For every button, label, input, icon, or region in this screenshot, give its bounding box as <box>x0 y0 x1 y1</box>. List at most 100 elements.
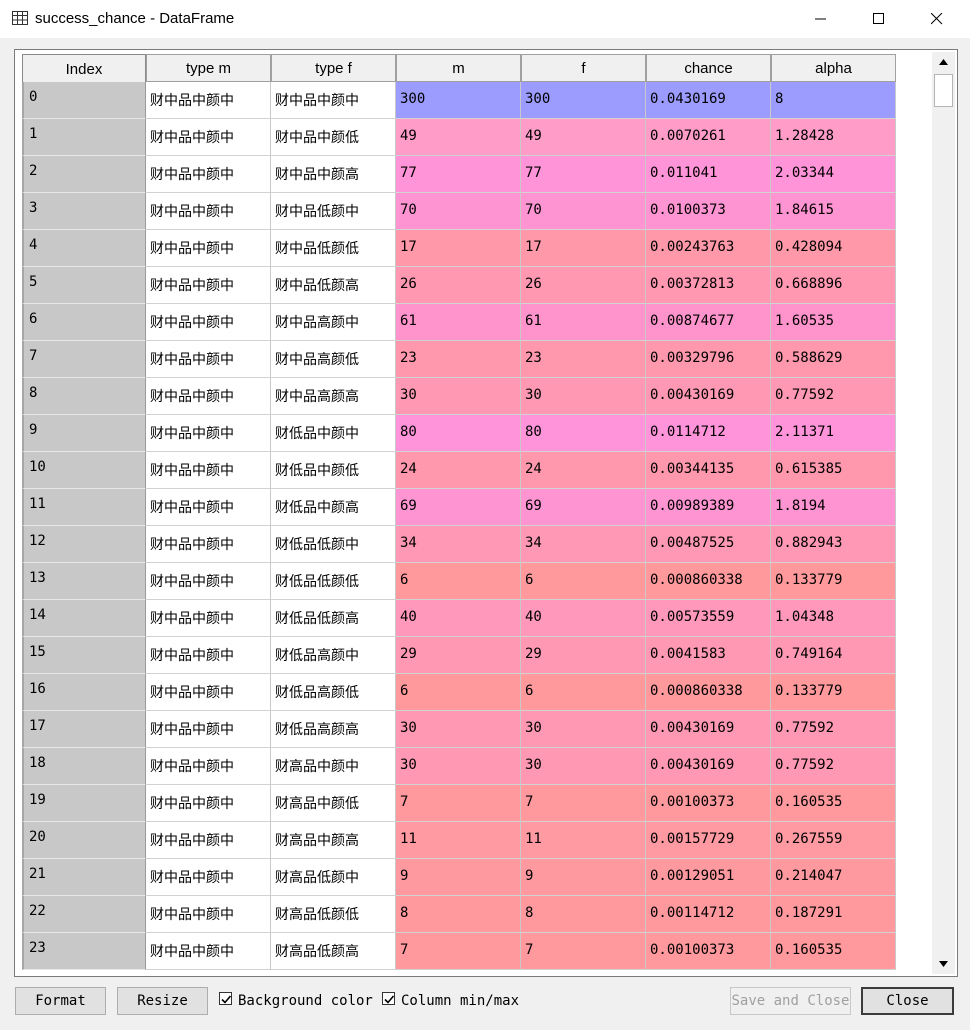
cell-chance[interactable]: 0.00100373 <box>646 933 771 970</box>
cell-chance[interactable]: 0.011041 <box>646 156 771 193</box>
format-button[interactable]: Format <box>15 987 106 1015</box>
row-index-cell[interactable]: 14 <box>22 600 146 637</box>
cell-alpha[interactable]: 0.133779 <box>771 674 896 711</box>
cell-type-m[interactable]: 财中品中颜中 <box>146 822 271 859</box>
cell-type-f[interactable]: 财中品低颜低 <box>271 230 396 267</box>
close-button[interactable]: Close <box>861 987 954 1015</box>
cell-type-m[interactable]: 财中品中颜中 <box>146 119 271 156</box>
cell-type-f[interactable]: 财高品低颜高 <box>271 933 396 970</box>
cell-f[interactable]: 77 <box>521 156 646 193</box>
cell-type-f[interactable]: 财中品高颜低 <box>271 341 396 378</box>
cell-m[interactable]: 40 <box>396 600 521 637</box>
cell-type-f[interactable]: 财低品中颜中 <box>271 415 396 452</box>
cell-chance[interactable]: 0.00344135 <box>646 452 771 489</box>
row-index-cell[interactable]: 1 <box>22 119 146 156</box>
cell-f[interactable]: 7 <box>521 785 646 822</box>
cell-m[interactable]: 29 <box>396 637 521 674</box>
column-header-chance[interactable]: chance <box>646 54 771 82</box>
cell-f[interactable]: 6 <box>521 674 646 711</box>
cell-f[interactable]: 34 <box>521 526 646 563</box>
cell-chance[interactable]: 0.00114712 <box>646 896 771 933</box>
cell-f[interactable]: 6 <box>521 563 646 600</box>
cell-alpha[interactable]: 0.77592 <box>771 748 896 785</box>
cell-type-m[interactable]: 财中品中颜中 <box>146 748 271 785</box>
row-index-cell[interactable]: 21 <box>22 859 146 896</box>
cell-m[interactable]: 9 <box>396 859 521 896</box>
cell-type-f[interactable]: 财低品中颜高 <box>271 489 396 526</box>
cell-m[interactable]: 23 <box>396 341 521 378</box>
cell-type-m[interactable]: 财中品中颜中 <box>146 859 271 896</box>
cell-m[interactable]: 24 <box>396 452 521 489</box>
cell-f[interactable]: 40 <box>521 600 646 637</box>
cell-m[interactable]: 49 <box>396 119 521 156</box>
cell-type-m[interactable]: 财中品中颜中 <box>146 415 271 452</box>
row-index-cell[interactable]: 6 <box>22 304 146 341</box>
cell-f[interactable]: 7 <box>521 933 646 970</box>
cell-type-f[interactable]: 财中品低颜高 <box>271 267 396 304</box>
cell-m[interactable]: 80 <box>396 415 521 452</box>
row-index-cell[interactable]: 4 <box>22 230 146 267</box>
row-index-cell[interactable]: 8 <box>22 378 146 415</box>
cell-type-m[interactable]: 财中品中颜中 <box>146 526 271 563</box>
scrollbar-thumb[interactable] <box>934 74 953 107</box>
row-index-cell[interactable]: 2 <box>22 156 146 193</box>
cell-alpha[interactable]: 0.77592 <box>771 378 896 415</box>
cell-type-f[interactable]: 财低品中颜低 <box>271 452 396 489</box>
cell-f[interactable]: 17 <box>521 230 646 267</box>
resize-button[interactable]: Resize <box>117 987 208 1015</box>
cell-type-f[interactable]: 财中品中颜低 <box>271 119 396 156</box>
cell-chance[interactable]: 0.00430169 <box>646 378 771 415</box>
cell-chance[interactable]: 0.00430169 <box>646 711 771 748</box>
cell-m[interactable]: 30 <box>396 748 521 785</box>
cell-chance[interactable]: 0.00487525 <box>646 526 771 563</box>
cell-chance[interactable]: 0.0114712 <box>646 415 771 452</box>
cell-type-m[interactable]: 财中品中颜中 <box>146 378 271 415</box>
cell-f[interactable]: 69 <box>521 489 646 526</box>
cell-m[interactable]: 300 <box>396 82 521 119</box>
cell-alpha[interactable]: 0.160535 <box>771 933 896 970</box>
row-index-cell[interactable]: 0 <box>22 82 146 119</box>
column-header-type-f[interactable]: type f <box>271 54 396 82</box>
cell-alpha[interactable]: 1.28428 <box>771 119 896 156</box>
row-index-cell[interactable]: 20 <box>22 822 146 859</box>
cell-alpha[interactable]: 0.267559 <box>771 822 896 859</box>
cell-alpha[interactable]: 0.77592 <box>771 711 896 748</box>
cell-alpha[interactable]: 0.749164 <box>771 637 896 674</box>
cell-type-m[interactable]: 财中品中颜中 <box>146 82 271 119</box>
cell-chance[interactable]: 0.0100373 <box>646 193 771 230</box>
cell-f[interactable]: 29 <box>521 637 646 674</box>
row-index-cell[interactable]: 13 <box>22 563 146 600</box>
cell-m[interactable]: 34 <box>396 526 521 563</box>
cell-chance[interactable]: 0.0041583 <box>646 637 771 674</box>
cell-alpha[interactable]: 0.882943 <box>771 526 896 563</box>
scroll-up-arrow-icon[interactable] <box>932 52 955 72</box>
cell-alpha[interactable]: 0.187291 <box>771 896 896 933</box>
cell-m[interactable]: 30 <box>396 711 521 748</box>
cell-m[interactable]: 26 <box>396 267 521 304</box>
cell-chance[interactable]: 0.0430169 <box>646 82 771 119</box>
cell-chance[interactable]: 0.0070261 <box>646 119 771 156</box>
cell-chance[interactable]: 0.00430169 <box>646 748 771 785</box>
cell-f[interactable]: 49 <box>521 119 646 156</box>
cell-type-f[interactable]: 财高品低颜低 <box>271 896 396 933</box>
cell-type-m[interactable]: 财中品中颜中 <box>146 711 271 748</box>
cell-alpha[interactable]: 1.8194 <box>771 489 896 526</box>
cell-m[interactable]: 69 <box>396 489 521 526</box>
cell-alpha[interactable]: 0.133779 <box>771 563 896 600</box>
column-header-m[interactable]: m <box>396 54 521 82</box>
cell-f[interactable]: 80 <box>521 415 646 452</box>
cell-alpha[interactable]: 8 <box>771 82 896 119</box>
cell-chance[interactable]: 0.00157729 <box>646 822 771 859</box>
cell-m[interactable]: 8 <box>396 896 521 933</box>
cell-type-f[interactable]: 财低品高颜高 <box>271 711 396 748</box>
row-index-cell[interactable]: 19 <box>22 785 146 822</box>
cell-alpha[interactable]: 0.588629 <box>771 341 896 378</box>
cell-type-f[interactable]: 财低品高颜中 <box>271 637 396 674</box>
row-index-cell[interactable]: 17 <box>22 711 146 748</box>
cell-type-f[interactable]: 财高品中颜中 <box>271 748 396 785</box>
cell-type-f[interactable]: 财中品高颜中 <box>271 304 396 341</box>
cell-type-m[interactable]: 财中品中颜中 <box>146 489 271 526</box>
cell-f[interactable]: 300 <box>521 82 646 119</box>
cell-m[interactable]: 7 <box>396 785 521 822</box>
cell-m[interactable]: 30 <box>396 378 521 415</box>
